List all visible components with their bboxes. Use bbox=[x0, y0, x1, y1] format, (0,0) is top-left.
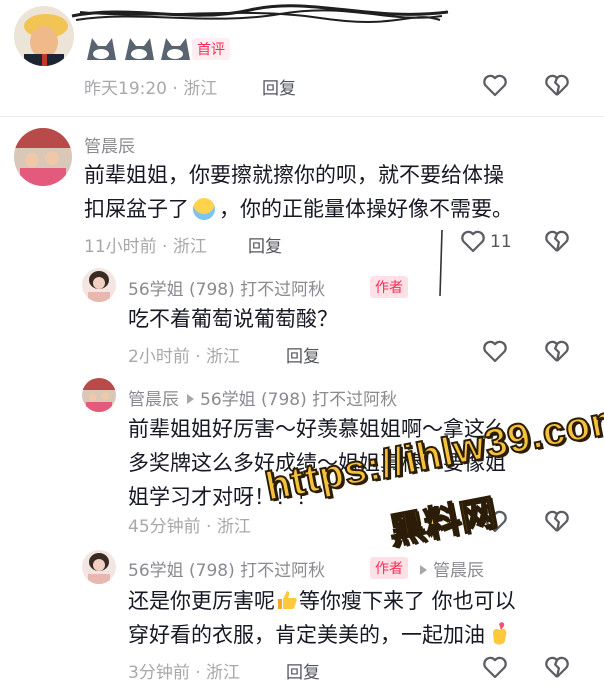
like-heart-icon[interactable] bbox=[480, 70, 510, 100]
comment-text-fragment: 等你瘦下来了 你也可以 bbox=[299, 589, 516, 613]
reply-header: 管晨辰 56学姐 (798) 打不过阿秋 bbox=[128, 385, 397, 410]
sticker-row bbox=[84, 34, 194, 64]
reply-to: 管晨辰 bbox=[412, 556, 484, 581]
reply-header: 56学姐 (798) 打不过阿秋 bbox=[128, 556, 325, 581]
finger-heart-emoji-icon bbox=[487, 621, 511, 647]
commenter-name[interactable]: 56学姐 (798) 打不过阿秋 bbox=[128, 275, 325, 300]
dislike-broken-heart-icon[interactable] bbox=[542, 506, 572, 536]
reply-button[interactable]: 回复 bbox=[286, 658, 320, 683]
comment-text-line: 穿好看的衣服，肯定美美的，一起加油 bbox=[128, 618, 588, 652]
comment-text-fragment: 还是你更厉害呢 bbox=[128, 589, 275, 613]
comment-text: 前辈姐姐，你要擦就擦你的呗，就不要给体操 扣屎盆子了 ，你的正能量体操好像不需要。 bbox=[84, 158, 584, 226]
pen-mark bbox=[436, 228, 446, 298]
commenter-name[interactable]: 管晨辰 bbox=[128, 390, 179, 410]
commenter-name[interactable]: 管晨辰 bbox=[84, 132, 135, 157]
comment-time: 45分钟前 · 浙江 bbox=[128, 517, 251, 537]
avatar[interactable] bbox=[82, 378, 116, 412]
comment-text-line: 扣屎盆子了 ，你的正能量体操好像不需要。 bbox=[84, 192, 584, 226]
comment-text-fragment: 扣屎盆子了 bbox=[84, 197, 189, 221]
comment-text-line: 前辈姐姐，你要擦就擦你的呗，就不要给体操 bbox=[84, 163, 504, 187]
divider bbox=[0, 116, 604, 117]
comment-time: 2小时前 · 浙江 bbox=[128, 347, 241, 367]
avatar[interactable] bbox=[14, 6, 74, 66]
author-badge: 作者 bbox=[370, 276, 408, 298]
dislike-broken-heart-icon[interactable] bbox=[542, 226, 572, 256]
comment-time: 11小时前 · 浙江 bbox=[84, 237, 207, 257]
comment-time: 3分钟前 · 浙江 bbox=[128, 663, 241, 683]
comment-text: 还是你更厉害呢 等你瘦下来了 你也可以 穿好看的衣服，肯定美美的，一起加油 bbox=[128, 584, 588, 652]
like-count: 11 bbox=[490, 232, 512, 252]
reply-arrow-icon bbox=[420, 565, 427, 575]
reply-to-name[interactable]: 管晨辰 bbox=[433, 561, 484, 581]
like-heart-icon[interactable] bbox=[458, 226, 488, 256]
reply-button[interactable]: 回复 bbox=[248, 232, 282, 257]
avatar[interactable] bbox=[82, 550, 116, 584]
avatar[interactable] bbox=[14, 128, 72, 186]
crying-emoji-icon bbox=[193, 198, 215, 220]
like-heart-icon[interactable] bbox=[480, 652, 510, 682]
comment-text-fragment: 穿好看的衣服，肯定美美的，一起加油 bbox=[128, 623, 485, 647]
comment-text: 吃不着葡萄说葡萄酸？ bbox=[128, 307, 338, 331]
reply-to-name[interactable]: 56学姐 (798) 打不过阿秋 bbox=[200, 390, 397, 410]
comment-text-line: 还是你更厉害呢 等你瘦下来了 你也可以 bbox=[128, 584, 588, 618]
scribbled-redaction bbox=[70, 2, 450, 28]
dislike-broken-heart-icon[interactable] bbox=[542, 336, 572, 366]
comment-text-fragment: ，你的正能量体操好像不需要。 bbox=[219, 197, 513, 221]
like-heart-icon[interactable] bbox=[480, 336, 510, 366]
reply-arrow-icon bbox=[187, 394, 194, 404]
first-comment-badge: 首评 bbox=[192, 38, 230, 60]
reply-button[interactable]: 回复 bbox=[262, 74, 296, 99]
thumbs-up-emoji-icon bbox=[275, 588, 299, 612]
comment-time: 昨天19:20 · 浙江 bbox=[84, 79, 218, 99]
dislike-broken-heart-icon[interactable] bbox=[542, 70, 572, 100]
reply-button[interactable]: 回复 bbox=[286, 342, 320, 367]
commenter-name[interactable]: 56学姐 (798) 打不过阿秋 bbox=[128, 561, 325, 581]
avatar[interactable] bbox=[82, 268, 116, 302]
dislike-broken-heart-icon[interactable] bbox=[542, 652, 572, 682]
author-badge: 作者 bbox=[370, 557, 408, 579]
